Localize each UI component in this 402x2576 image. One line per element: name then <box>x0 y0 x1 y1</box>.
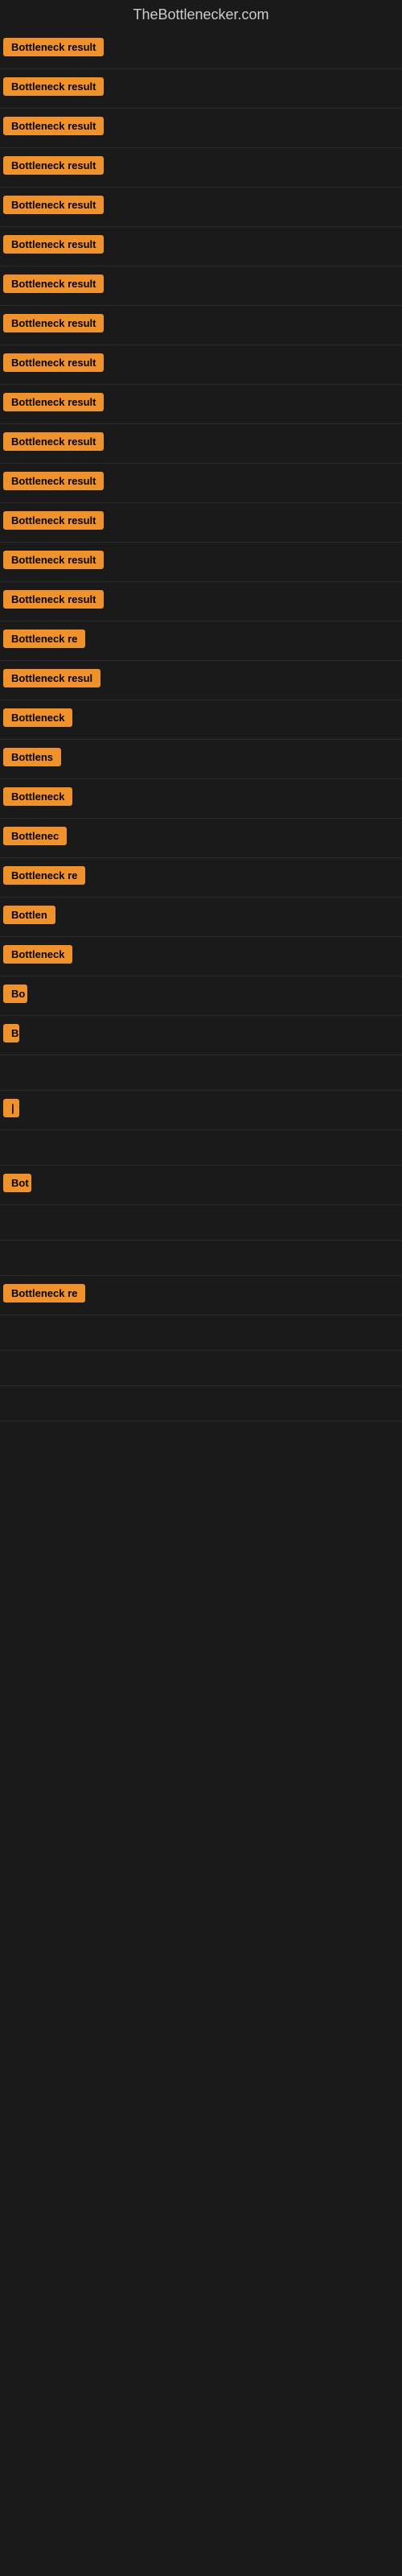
result-row: Bottleneck <box>0 700 402 740</box>
bottleneck-badge[interactable]: Bo <box>3 985 27 1003</box>
result-row <box>0 1315 402 1351</box>
bottleneck-badge[interactable]: Bottleneck result <box>3 38 104 56</box>
result-row <box>0 1130 402 1166</box>
result-row: Bottleneck re <box>0 1276 402 1315</box>
result-row: | <box>0 1091 402 1130</box>
result-row: Bottleneck resul <box>0 661 402 700</box>
result-row: Bottleneck <box>0 937 402 976</box>
result-row: Bottleneck result <box>0 543 402 582</box>
bottleneck-badge[interactable]: Bottleneck <box>3 787 72 806</box>
bottleneck-badge[interactable]: Bottleneck <box>3 945 72 964</box>
result-row: Bottlen <box>0 898 402 937</box>
result-row: Bot <box>0 1166 402 1205</box>
result-row: Bo <box>0 976 402 1016</box>
site-title: TheBottlenecker.com <box>0 0 402 30</box>
bottleneck-badge[interactable]: Bottlenec <box>3 827 67 845</box>
result-row: Bottleneck result <box>0 424 402 464</box>
bottleneck-badge[interactable]: Bottleneck result <box>3 235 104 254</box>
bottleneck-badge[interactable]: Bottleneck result <box>3 472 104 490</box>
result-row: Bottleneck result <box>0 188 402 227</box>
bottleneck-badge[interactable]: Bottleneck result <box>3 432 104 451</box>
result-row: Bottleneck result <box>0 227 402 266</box>
bottleneck-badge[interactable]: Bottleneck re <box>3 866 85 885</box>
bottleneck-badge[interactable]: Bottleneck result <box>3 314 104 332</box>
result-row: Bottleneck result <box>0 30 402 69</box>
result-row: Bottleneck result <box>0 266 402 306</box>
result-row: Bottleneck re <box>0 621 402 661</box>
bottleneck-badge[interactable]: Bottleneck re <box>3 630 85 648</box>
result-row: Bottleneck result <box>0 69 402 109</box>
result-row: Bottleneck result <box>0 306 402 345</box>
result-row <box>0 1351 402 1386</box>
result-row: Bottleneck re <box>0 858 402 898</box>
result-row: Bottleneck result <box>0 148 402 188</box>
result-row: Bottleneck result <box>0 385 402 424</box>
bottleneck-badge[interactable]: Bot <box>3 1174 31 1192</box>
result-row: Bottleneck result <box>0 582 402 621</box>
bottleneck-badge[interactable]: Bottleneck result <box>3 275 104 293</box>
bottleneck-badge[interactable]: Bottlen <box>3 906 55 924</box>
result-row <box>0 1055 402 1091</box>
result-row: Bottleneck result <box>0 464 402 503</box>
result-row: Bottlenec <box>0 819 402 858</box>
bottleneck-badge[interactable]: Bottleneck re <box>3 1284 85 1302</box>
result-row <box>0 1241 402 1276</box>
result-row <box>0 1205 402 1241</box>
bottleneck-badge[interactable]: Bottleneck <box>3 708 72 727</box>
result-row: Bottlens <box>0 740 402 779</box>
result-row: Bottleneck result <box>0 503 402 543</box>
bottleneck-badge[interactable]: Bottleneck resul <box>3 669 100 687</box>
bottleneck-badge[interactable]: Bottleneck result <box>3 393 104 411</box>
result-row: B <box>0 1016 402 1055</box>
result-row: Bottleneck <box>0 779 402 819</box>
bottleneck-badge[interactable]: Bottleneck result <box>3 511 104 530</box>
bottleneck-badge[interactable]: Bottleneck result <box>3 590 104 609</box>
result-row: Bottleneck result <box>0 345 402 385</box>
bottleneck-badge[interactable]: B <box>3 1024 19 1042</box>
bottleneck-badge[interactable]: Bottleneck result <box>3 117 104 135</box>
bottleneck-badge[interactable]: Bottleneck result <box>3 77 104 96</box>
bottleneck-badge[interactable]: | <box>3 1099 19 1117</box>
result-row <box>0 1386 402 1422</box>
bottleneck-badge[interactable]: Bottlens <box>3 748 61 766</box>
bottleneck-badge[interactable]: Bottleneck result <box>3 156 104 175</box>
result-row: Bottleneck result <box>0 109 402 148</box>
bottleneck-badge[interactable]: Bottleneck result <box>3 551 104 569</box>
bottleneck-badge[interactable]: Bottleneck result <box>3 353 104 372</box>
bottleneck-badge[interactable]: Bottleneck result <box>3 196 104 214</box>
